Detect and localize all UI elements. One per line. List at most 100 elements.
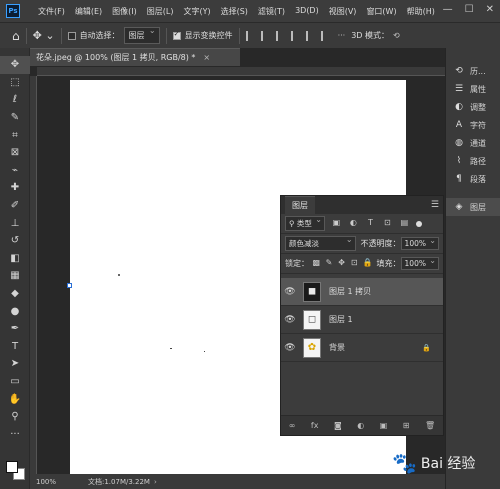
auto-select-dropdown[interactable]: 图层 [123, 26, 160, 44]
menu-filter[interactable]: 滤镜(T) [258, 6, 285, 17]
eyedropper-tool-icon[interactable]: ⌁ [0, 162, 30, 180]
blend-mode-dropdown[interactable]: 颜色减淡 [285, 235, 356, 251]
menu-layer[interactable]: 图层(L) [147, 6, 174, 17]
healing-tool-icon[interactable]: ✚ [0, 179, 30, 197]
layer-row[interactable]: 👁 ◼ 图层 1 拷贝 [281, 278, 443, 306]
separator [165, 27, 167, 44]
layer-row[interactable]: 👁 ✿ 背景 🔒 [281, 334, 443, 362]
visibility-eye-icon[interactable]: 👁 [281, 343, 299, 353]
lock-artboard-icon[interactable]: ⊡ [350, 258, 359, 269]
zoom-tool-icon[interactable]: ⚲ [0, 408, 30, 426]
panel-button-history[interactable]: ⟲ 历... [446, 62, 500, 80]
status-menu-icon[interactable]: › [154, 478, 157, 486]
ruler-horizontal [37, 67, 445, 76]
blur-tool-icon[interactable]: ◆ [0, 285, 30, 303]
pen-tool-icon[interactable]: ✒ [0, 320, 30, 338]
crop-tool-icon[interactable]: ⌗ [0, 126, 30, 144]
foreground-color-swatch[interactable] [6, 461, 18, 473]
menu-select[interactable]: 选择(S) [221, 6, 248, 17]
dodge-tool-icon[interactable]: ● [0, 302, 30, 320]
type-tool-icon[interactable]: T [0, 338, 30, 356]
layers-tab[interactable]: 图层 [285, 196, 315, 214]
panel-button-adjustments[interactable]: ◐ 调整 [446, 98, 500, 116]
new-layer-icon[interactable]: ⊞ [403, 421, 410, 430]
align-bottom-icon[interactable] [320, 30, 331, 41]
close-button[interactable]: ✕ [486, 4, 494, 15]
document-tab[interactable]: 花朵.jpeg @ 100% (图层 1 拷贝, RGB/8) * × [30, 48, 240, 66]
auto-select-checkbox[interactable] [67, 31, 76, 40]
fx-icon[interactable]: fx [311, 421, 319, 430]
fill-field[interactable]: 100% [400, 256, 439, 270]
menu-image[interactable]: 图像(I) [112, 6, 137, 17]
new-group-icon[interactable]: ▣ [380, 421, 388, 430]
delete-layer-icon[interactable]: 🗑 [425, 421, 435, 430]
menu-3d[interactable]: 3D(D) [295, 6, 319, 17]
panel-button-layers[interactable]: ◈ 图层 [446, 198, 500, 216]
brush-tool-icon[interactable]: ✐ [0, 197, 30, 215]
align-hcenter-icon[interactable] [260, 30, 271, 41]
opacity-field[interactable]: 100% [400, 236, 439, 250]
stamp-tool-icon[interactable]: ⊥ [0, 214, 30, 232]
more-options-icon[interactable]: ··· [338, 31, 346, 40]
panel-button-channels[interactable]: ◍ 通道 [446, 134, 500, 152]
align-top-icon[interactable] [290, 30, 301, 41]
panel-button-paths[interactable]: ⌇ 路径 [446, 152, 500, 170]
lock-all-icon[interactable]: 🔒 [363, 258, 373, 269]
panel-button-properties[interactable]: ☰ 属性 [446, 80, 500, 98]
eraser-tool-icon[interactable]: ◧ [0, 250, 30, 268]
filter-kind-dropdown[interactable]: ⚲ 类型 [285, 215, 325, 231]
visibility-eye-icon[interactable]: 👁 [281, 287, 299, 297]
rotate-3d-icon[interactable]: ⟲ [393, 31, 400, 40]
filter-shape-icon[interactable]: ⊡ [382, 218, 393, 229]
character-icon: A [455, 120, 463, 130]
move-tool-preset-icon[interactable]: ✥ ⌄ [33, 29, 55, 42]
align-right-icon[interactable] [275, 30, 286, 41]
layer-row[interactable]: 👁 ◻ 图层 1 [281, 306, 443, 334]
filter-toggle-icon[interactable] [415, 220, 422, 227]
canvas-speck [118, 274, 120, 276]
document-info[interactable]: 文档:1.07M/3.22M [88, 477, 150, 487]
transform-handle[interactable] [67, 283, 72, 288]
menu-file[interactable]: 文件(F) [38, 6, 65, 17]
menu-window[interactable]: 窗口(W) [366, 6, 396, 17]
filter-type-icon[interactable]: T [365, 218, 376, 229]
panel-menu-icon[interactable]: ☰ [431, 200, 439, 210]
menu-view[interactable]: 视图(V) [329, 6, 357, 17]
close-tab-icon[interactable]: × [203, 53, 210, 62]
move-tool-icon[interactable]: ✥ [0, 56, 30, 74]
layer-name: 背景 [329, 343, 345, 352]
lasso-tool-icon[interactable]: ℓ [0, 91, 30, 109]
lock-pixels-icon[interactable]: ✎ [325, 258, 334, 269]
history-brush-icon[interactable]: ↺ [0, 232, 30, 250]
color-swatches[interactable] [6, 461, 26, 481]
panel-button-character[interactable]: A 字符 [446, 116, 500, 134]
filter-adjust-icon[interactable]: ◐ [348, 218, 359, 229]
menu-type[interactable]: 文字(Y) [183, 6, 210, 17]
hand-tool-icon[interactable]: ✋ [0, 390, 30, 408]
filter-smart-icon[interactable]: ▤ [399, 218, 410, 229]
menu-edit[interactable]: 编辑(E) [75, 6, 102, 17]
add-mask-icon[interactable]: ◙ [334, 421, 342, 430]
menu-help[interactable]: 帮助(H) [407, 6, 435, 17]
align-left-icon[interactable] [245, 30, 256, 41]
minimize-button[interactable]: — [443, 4, 453, 15]
maximize-button[interactable]: ☐ [465, 4, 474, 15]
lock-position-icon[interactable]: ✥ [337, 258, 346, 269]
home-icon[interactable]: ⌂ [12, 29, 20, 43]
marquee-tool-icon[interactable]: ⬚ [0, 74, 30, 92]
path-select-tool-icon[interactable]: ➤ [0, 355, 30, 373]
visibility-eye-icon[interactable]: 👁 [281, 315, 299, 325]
zoom-level[interactable]: 100% [36, 478, 76, 486]
gradient-tool-icon[interactable]: ▦ [0, 267, 30, 285]
quick-select-tool-icon[interactable]: ✎ [0, 109, 30, 127]
link-layers-icon[interactable]: ∞ [289, 421, 296, 430]
align-vcenter-icon[interactable] [305, 30, 316, 41]
shape-tool-icon[interactable]: ▭ [0, 373, 30, 391]
more-tools-icon[interactable]: ··· [0, 425, 30, 443]
filter-pixel-icon[interactable]: ▣ [331, 218, 342, 229]
frame-tool-icon[interactable]: ⊠ [0, 144, 30, 162]
new-adjustment-icon[interactable]: ◐ [357, 421, 364, 430]
panel-button-paragraph[interactable]: ¶ 段落 [446, 170, 500, 188]
show-transform-checkbox[interactable] [172, 30, 181, 40]
lock-transparent-icon[interactable]: ▩ [312, 258, 321, 269]
